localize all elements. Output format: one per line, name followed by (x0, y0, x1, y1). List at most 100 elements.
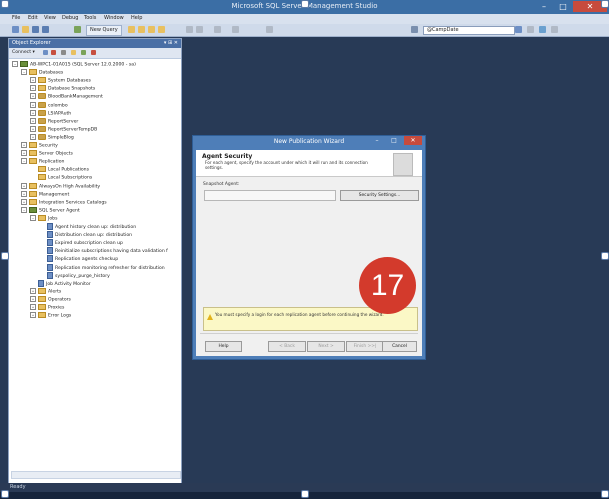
new-project-icon[interactable] (12, 26, 19, 33)
tree-item[interactable]: Replication agents checkup (39, 255, 118, 263)
expand-icon[interactable]: + (30, 85, 36, 92)
resize-handle[interactable] (1, 252, 9, 260)
debug-icon[interactable] (411, 26, 418, 33)
security-settings-button[interactable]: Security Settings... (340, 190, 419, 201)
results-icon[interactable] (539, 26, 546, 33)
menu-view[interactable]: View (44, 15, 56, 21)
expand-icon[interactable]: + (30, 295, 36, 302)
tree-item[interactable]: Expired subscription clean up (39, 239, 123, 247)
next-button[interactable]: Next > (307, 341, 345, 352)
resize-handle[interactable] (301, 490, 309, 498)
tree-item[interactable]: + ReportServerTempDB (30, 125, 97, 132)
maximize-button[interactable]: □ (554, 1, 572, 12)
tree-item[interactable]: + Management (21, 190, 69, 197)
tree-item[interactable]: − AB-WPC1-01A015 (SQL Server 12.0.2000 - … (12, 61, 136, 68)
menu-edit[interactable]: Edit (28, 15, 38, 21)
expand-icon[interactable]: + (30, 287, 36, 294)
resize-handle[interactable] (601, 0, 609, 8)
cancel-button[interactable]: Cancel (382, 341, 417, 352)
tree-item[interactable]: + Error Logs (30, 312, 71, 319)
tree-item[interactable]: + Alerts (30, 287, 61, 294)
expand-icon[interactable]: + (30, 117, 36, 124)
options-icon[interactable] (551, 26, 558, 33)
connect-icon[interactable] (43, 50, 48, 55)
query-icon[interactable] (138, 26, 145, 33)
menu-debug[interactable]: Debug (62, 15, 78, 21)
expand-icon[interactable]: + (30, 93, 36, 100)
expand-icon[interactable]: + (30, 133, 36, 140)
database-select[interactable]: @CampDate (423, 26, 515, 35)
refresh-icon[interactable] (81, 50, 86, 55)
dialog-close-button[interactable]: ✕ (404, 136, 422, 145)
help-button[interactable]: Help (205, 341, 242, 352)
dialog-maximize-button[interactable]: □ (386, 136, 402, 145)
expand-icon[interactable]: + (21, 142, 27, 148)
cut-icon[interactable] (186, 26, 193, 33)
tree-item[interactable]: + BloodBankManagement (30, 93, 103, 100)
tree-item[interactable]: Reinitialize subscriptions having data v… (39, 247, 168, 255)
back-button[interactable]: < Back (268, 341, 306, 352)
query-icon[interactable] (128, 26, 135, 33)
tree-item[interactable]: + Integration Services Catalogs (21, 198, 107, 205)
expand-icon[interactable]: + (30, 312, 36, 319)
pin-icon[interactable]: ▾ ⊞ ✕ (164, 39, 178, 48)
tree-item[interactable]: Replication monitoring refresher for dis… (39, 263, 165, 271)
collapse-icon[interactable]: − (21, 158, 27, 165)
tree-item[interactable]: + Security (21, 142, 58, 149)
snapshot-agent-field[interactable] (204, 190, 336, 201)
menu-window[interactable]: Window (104, 15, 124, 21)
resize-handle[interactable] (1, 490, 9, 498)
new-query-button[interactable]: New Query (86, 25, 122, 36)
collapse-icon[interactable]: − (21, 206, 27, 213)
tree-item[interactable]: + colombo (30, 101, 68, 108)
tree-item[interactable]: + Server Objects (21, 150, 73, 157)
expand-icon[interactable]: + (30, 101, 36, 108)
expand-icon[interactable]: + (30, 77, 36, 84)
tree-item[interactable]: + LSIAPAuth (30, 109, 71, 116)
collapse-icon[interactable]: − (30, 214, 36, 221)
resize-handle[interactable] (301, 0, 309, 8)
query-icon[interactable] (158, 26, 165, 33)
tree-item[interactable]: Local Subscriptions (30, 174, 92, 181)
back-icon[interactable] (74, 26, 81, 33)
horizontal-scrollbar[interactable] (11, 471, 181, 479)
tree-item[interactable]: + Database Snapshots (30, 85, 95, 92)
dialog-minimize-button[interactable]: – (369, 136, 385, 145)
finish-button[interactable]: Finish >>| (346, 341, 384, 352)
tree-item[interactable]: Job Activity Monitor (30, 279, 91, 287)
menu-help[interactable]: Help (131, 15, 142, 21)
tree-item[interactable]: + Proxies (30, 304, 64, 311)
resize-handle[interactable] (601, 490, 609, 498)
tree-item[interactable]: Local Publications (30, 166, 89, 173)
menu-tools[interactable]: Tools (84, 15, 96, 21)
start-icon[interactable] (266, 26, 273, 33)
redo-icon[interactable] (232, 26, 239, 33)
tree-item[interactable]: − Jobs (30, 214, 57, 221)
tree-item[interactable]: − Databases (21, 69, 63, 76)
resize-handle[interactable] (601, 252, 609, 260)
save-all-icon[interactable] (42, 26, 49, 33)
collapse-icon[interactable]: − (21, 69, 27, 76)
tree-item[interactable]: Agent history clean up: distribution (39, 223, 136, 230)
open-folder-icon[interactable] (22, 26, 29, 33)
copy-icon[interactable] (196, 26, 203, 33)
tree-item[interactable]: + System Databases (30, 77, 91, 84)
tree-item[interactable]: syspolicy_purge_history (39, 271, 110, 279)
tree-item[interactable]: + AlwaysOn High Availability (21, 182, 100, 189)
expand-icon[interactable]: + (21, 150, 27, 157)
save-icon[interactable] (32, 26, 39, 33)
disconnect-icon[interactable] (51, 50, 56, 55)
activity-icon[interactable] (91, 50, 96, 55)
collapse-icon[interactable]: − (12, 61, 18, 67)
execute-icon[interactable] (515, 26, 522, 33)
expand-icon[interactable]: + (21, 198, 27, 205)
parse-icon[interactable] (527, 26, 534, 33)
query-icon[interactable] (148, 26, 155, 33)
expand-icon[interactable]: + (21, 182, 27, 189)
expand-icon[interactable]: + (30, 304, 36, 310)
minimize-button[interactable]: – (535, 1, 553, 12)
resize-handle[interactable] (1, 0, 9, 8)
menu-file[interactable]: File (12, 15, 20, 21)
tree-item[interactable]: + ReportServer (30, 117, 78, 124)
stop-icon[interactable] (61, 50, 66, 55)
